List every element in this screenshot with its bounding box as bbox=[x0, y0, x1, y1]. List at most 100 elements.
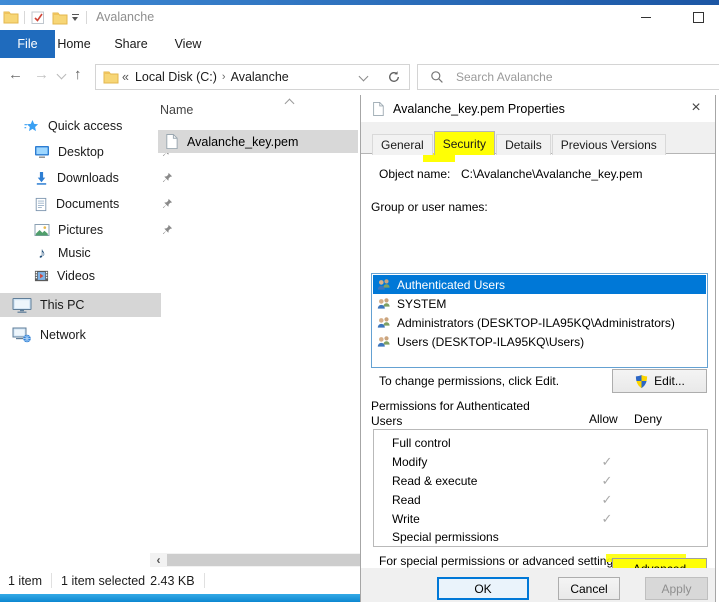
sidebar-item-videos[interactable]: Videos bbox=[0, 264, 183, 288]
quick-access-star-icon bbox=[24, 119, 40, 134]
up-button[interactable]: ↑ bbox=[74, 66, 82, 83]
permission-row: Read & execute✓ bbox=[374, 471, 707, 490]
tab-security[interactable]: Security bbox=[434, 131, 495, 155]
sidebar-item-quick-access[interactable]: Quick access bbox=[0, 114, 173, 138]
sidebar-item-label: This PC bbox=[40, 298, 84, 312]
desktop-icon bbox=[34, 145, 50, 159]
ribbon-tab-row: File Home Share View bbox=[0, 30, 719, 59]
edit-button[interactable]: Edit... bbox=[612, 369, 707, 393]
security-tab-page: Object name: C:\Avalanche\Avalanche_key.… bbox=[361, 153, 715, 569]
column-header-name[interactable]: Name bbox=[160, 103, 193, 117]
sidebar-item-desktop[interactable]: Desktop bbox=[0, 140, 183, 164]
file-icon bbox=[164, 133, 179, 150]
address-bar[interactable]: « Local Disk (C:) › Avalanche bbox=[95, 64, 380, 90]
pin-icon bbox=[162, 172, 173, 186]
sidebar-item-this-pc[interactable]: This PC bbox=[0, 293, 161, 317]
minimize-icon bbox=[641, 17, 651, 18]
edit-button-label: Edit... bbox=[654, 374, 685, 388]
minimize-button[interactable] bbox=[623, 5, 668, 30]
group-row[interactable]: Authenticated Users bbox=[373, 275, 706, 294]
dialog-titlebar[interactable]: Avalanche_key.pem Properties × bbox=[361, 95, 715, 122]
edit-hint: To change permissions, click Edit. bbox=[379, 374, 559, 388]
cancel-button[interactable]: Cancel bbox=[558, 577, 620, 600]
qat-customize-dropdown-icon[interactable] bbox=[72, 14, 79, 21]
sidebar-item-pictures[interactable]: Pictures bbox=[0, 218, 183, 242]
sidebar-item-music[interactable]: ♪ Music bbox=[0, 241, 183, 265]
group-row[interactable]: Administrators (DESKTOP-ILA95KQ\Administ… bbox=[373, 313, 706, 332]
address-dropdown-icon[interactable] bbox=[359, 72, 369, 82]
advanced-hint: For special permissions or advanced sett… bbox=[379, 554, 622, 568]
sidebar-item-label: Network bbox=[40, 328, 86, 342]
group-row[interactable]: SYSTEM bbox=[373, 294, 706, 313]
refresh-button[interactable] bbox=[378, 64, 410, 90]
qat-properties-icon[interactable] bbox=[31, 11, 45, 25]
document-icon bbox=[34, 197, 48, 212]
apply-button[interactable]: Apply bbox=[645, 577, 708, 600]
group-name: Authenticated Users bbox=[397, 278, 505, 292]
scroll-left-button[interactable]: ‹ bbox=[150, 553, 167, 567]
breadcrumb-overflow[interactable]: « bbox=[122, 70, 129, 84]
close-button[interactable]: × bbox=[685, 97, 707, 119]
sidebar-item-label: Documents bbox=[56, 197, 119, 211]
window-title: Avalanche bbox=[96, 10, 154, 24]
back-button[interactable]: ← bbox=[8, 66, 23, 83]
file-icon bbox=[371, 101, 385, 117]
scrollbar-thumb[interactable] bbox=[167, 554, 360, 566]
tab-file[interactable]: File bbox=[0, 30, 55, 58]
network-computer-icon bbox=[12, 327, 32, 343]
selection-size: 2.43 KB bbox=[150, 574, 194, 588]
group-name: SYSTEM bbox=[397, 297, 446, 311]
breadcrumb-item[interactable]: Local Disk (C:) bbox=[135, 70, 217, 84]
file-name: Avalanche_key.pem bbox=[187, 135, 298, 149]
permission-row: Write✓ bbox=[374, 509, 707, 528]
maximize-icon bbox=[693, 12, 704, 23]
allow-checkmark: ✓ bbox=[589, 492, 625, 508]
allow-column-header: Allow bbox=[589, 412, 618, 426]
search-icon bbox=[430, 70, 444, 84]
permission-row: Read✓ bbox=[374, 490, 707, 509]
sidebar-item-network[interactable]: Network bbox=[0, 323, 161, 347]
group-users-icon bbox=[376, 335, 392, 348]
breadcrumb-separator-icon: › bbox=[222, 71, 226, 83]
tab-view[interactable]: View bbox=[166, 30, 210, 58]
tab-share[interactable]: Share bbox=[109, 30, 153, 58]
search-box bbox=[417, 64, 719, 90]
tab-general[interactable]: General bbox=[372, 134, 433, 155]
allow-checkmark: ✓ bbox=[589, 473, 625, 489]
group-row[interactable]: Users (DESKTOP-ILA95KQ\Users) bbox=[373, 332, 706, 351]
group-users-icon bbox=[376, 297, 392, 310]
music-note-icon: ♪ bbox=[34, 245, 50, 262]
ok-button[interactable]: OK bbox=[437, 577, 529, 600]
history-dropdown-icon[interactable] bbox=[57, 70, 67, 80]
downloads-arrow-icon bbox=[34, 171, 49, 186]
group-user-list: Authenticated Users SYSTEM Administrator… bbox=[371, 273, 708, 368]
item-count: 1 item bbox=[8, 574, 42, 588]
sort-ascending-icon bbox=[286, 96, 295, 105]
sidebar-item-documents[interactable]: Documents bbox=[0, 192, 183, 216]
divider bbox=[51, 573, 52, 588]
tab-home[interactable]: Home bbox=[52, 30, 96, 58]
sidebar-item-label: Videos bbox=[57, 269, 95, 283]
pin-icon bbox=[162, 224, 173, 238]
search-input[interactable] bbox=[454, 69, 719, 85]
sidebar-item-label: Pictures bbox=[58, 223, 103, 237]
permission-row: Full control bbox=[374, 433, 707, 452]
file-row[interactable]: Avalanche_key.pem bbox=[158, 130, 358, 153]
qat-new-folder-icon[interactable] bbox=[52, 11, 68, 25]
forward-button[interactable]: → bbox=[34, 66, 49, 83]
titlebar: Avalanche bbox=[0, 5, 719, 30]
sidebar-item-downloads[interactable]: Downloads bbox=[0, 166, 183, 190]
group-users-icon bbox=[376, 278, 392, 291]
dialog-tab-strip: General Security Details Previous Versio… bbox=[372, 131, 666, 155]
group-list-label: Group or user names: bbox=[371, 200, 488, 214]
close-icon: × bbox=[691, 99, 700, 117]
pin-icon bbox=[162, 198, 173, 212]
tab-previous-versions[interactable]: Previous Versions bbox=[552, 134, 666, 155]
breadcrumb-item[interactable]: Avalanche bbox=[231, 70, 289, 84]
selection-count: 1 item selected bbox=[61, 574, 145, 588]
screen: Avalanche File Home Share View ← → ↑ « L… bbox=[0, 0, 719, 602]
maximize-button[interactable] bbox=[676, 5, 719, 30]
tab-details[interactable]: Details bbox=[496, 134, 551, 155]
sidebar-item-label: Desktop bbox=[58, 145, 104, 159]
permission-row: Special permissions bbox=[374, 527, 707, 546]
